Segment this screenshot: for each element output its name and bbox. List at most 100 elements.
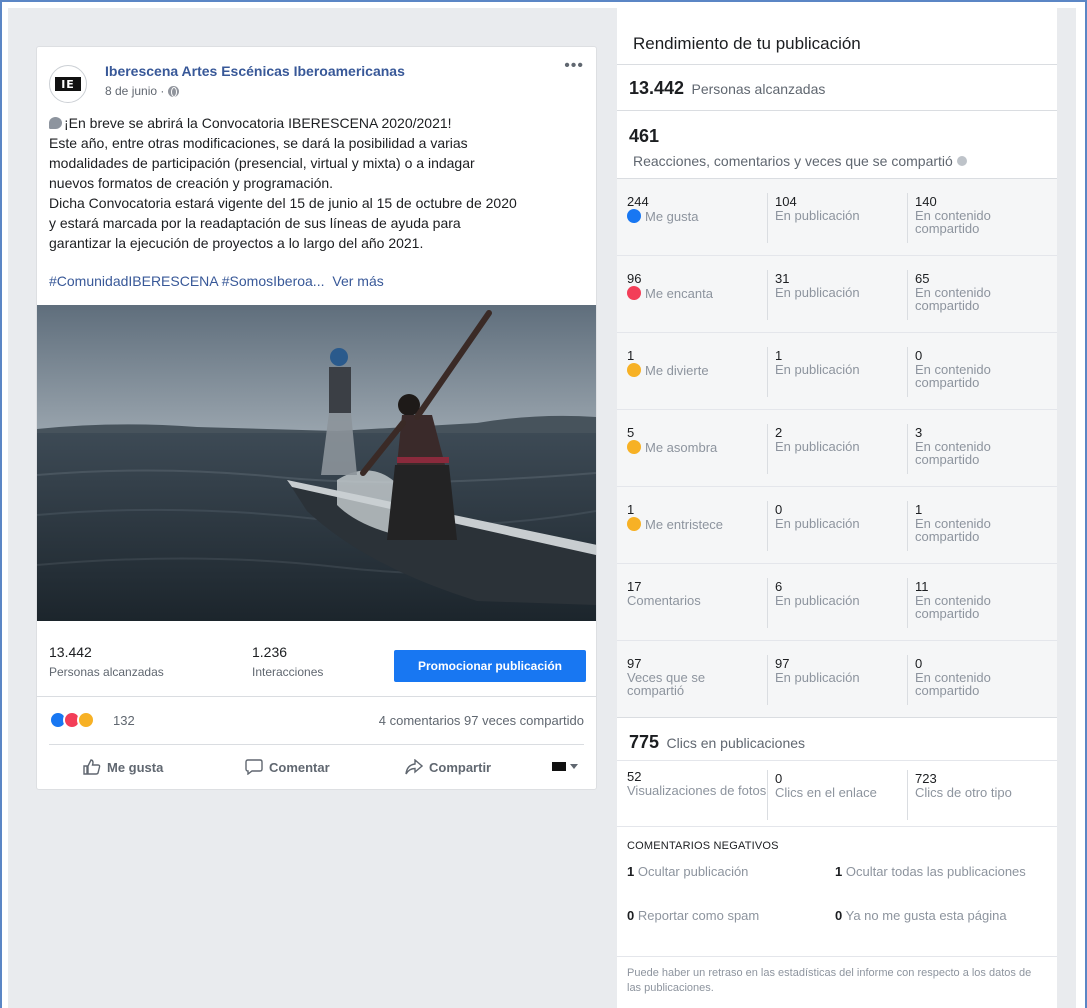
reactions-summary: 132 4 comentarios 97 veces compartido — [49, 711, 584, 733]
thumbs-up-icon — [83, 759, 101, 775]
like-button-label: Me gusta — [107, 759, 164, 775]
see-more-link[interactable]: Ver más — [332, 273, 383, 289]
divider — [617, 956, 1057, 957]
row-on-post: 104 En publicación — [767, 193, 907, 243]
reach-value: 13.442 — [49, 644, 92, 660]
share-button[interactable]: Compartir — [405, 759, 491, 775]
row-on-shares: 3 En contenido compartido — [907, 424, 1047, 474]
wow-emoji-icon — [627, 440, 641, 454]
post-photo[interactable] — [37, 305, 596, 621]
share-arrow-icon — [405, 759, 423, 775]
panel-reactions-label: Reacciones, comentarios y veces que se c… — [633, 153, 953, 169]
love-emoji-icon — [627, 286, 641, 300]
post-text-line: nuevos formatos de creación y programaci… — [49, 175, 334, 191]
globe-icon — [168, 85, 180, 97]
table-row: 5 Me asombra 2 En publicación 3 En conte… — [617, 410, 1057, 487]
interactions-label: Interacciones — [252, 665, 324, 679]
hashtag-links[interactable]: #ComunidadIBERESCENA #SomosIberoa... — [49, 273, 324, 289]
table-row: 97 Veces que se compartió 97 En publicac… — [617, 641, 1057, 718]
post-actions: Me gusta Comentar Compartir — [49, 753, 584, 785]
table-row: 244 Me gusta 104 En publicación 140 En c… — [617, 179, 1057, 256]
row-on-shares: 11 En contenido compartido — [907, 578, 1047, 628]
link-clicks-stat: 0 Clics en el enlace — [767, 770, 907, 820]
panel-clicks-total: 775 Clics en publicaciones — [629, 732, 805, 753]
row-total: 1 Me divierte — [627, 348, 709, 378]
reactions-breakdown-table: 244 Me gusta 104 En publicación 140 En c… — [617, 178, 1057, 718]
post-card: IE Iberescena Artes Escénicas Iberoameri… — [36, 46, 597, 790]
page-voice-selector[interactable] — [552, 762, 578, 771]
reach-label: Personas alcanzadas — [49, 665, 164, 679]
row-total: 97 Veces que se compartió — [627, 656, 706, 698]
panel-title: Rendimiento de tu publicación — [633, 34, 861, 53]
row-total: 17 Comentarios — [627, 579, 701, 608]
page-avatar[interactable]: IE — [49, 65, 87, 103]
row-on-post: 31 En publicación — [767, 270, 907, 320]
post-text-line: garantizar la ejecución de proyectos a l… — [49, 235, 424, 251]
reach-stat: 13.442 Personas alcanzadas — [49, 644, 164, 679]
promote-post-button[interactable]: Promocionar publicación — [394, 650, 586, 682]
panel-reactions-label-wrap: Reacciones, comentarios y veces que se c… — [633, 153, 967, 169]
row-total: 1 Me entristece — [627, 502, 724, 532]
divider — [49, 744, 584, 745]
other-clicks-stat: 723 Clics de otro tipo — [907, 770, 1047, 820]
row-total: 5 Me asombra — [627, 425, 718, 455]
reaction-count[interactable]: 132 — [113, 713, 135, 728]
wow-reaction-icon — [77, 711, 95, 729]
comment-button[interactable]: Comentar — [245, 759, 330, 775]
hashtags: #ComunidadIBERESCENA #SomosIberoa... Ver… — [49, 273, 384, 289]
row-on-post: 97 En publicación — [767, 655, 907, 705]
page-name-link[interactable]: Iberescena Artes Escénicas Iberoamerican… — [105, 63, 405, 79]
row-total: 96 Me encanta — [627, 271, 713, 301]
post-text-line: modalidades de participación (presencial… — [49, 155, 475, 171]
more-options-icon[interactable]: ••• — [564, 58, 584, 74]
stats-delay-note: Puede haber un retraso en las estadístic… — [627, 967, 1032, 994]
panel-reach: 13.442 Personas alcanzadas — [629, 78, 825, 99]
haha-emoji-icon — [627, 363, 641, 377]
iberescena-logo: IE — [55, 77, 81, 91]
row-on-post: 2 En publicación — [767, 424, 907, 474]
photo-views-stat: 52 Visualizaciones de fotos — [627, 769, 767, 798]
clicks-breakdown: 52 Visualizaciones de fotos 0 Clics en e… — [617, 766, 1057, 820]
row-on-shares: 65 En contenido compartido — [907, 270, 1047, 320]
post-text: ¡En breve se abrirá la Convocatoria IBER… — [49, 113, 589, 253]
interactions-value: 1.236 — [252, 644, 288, 660]
panel-reach-label: Personas alcanzadas — [691, 81, 826, 97]
panel-reactions-total: 461 Reacciones, comentarios y veces que … — [629, 126, 967, 169]
row-on-post: 0 En publicación — [767, 501, 907, 551]
post-header: IE Iberescena Artes Escénicas Iberoameri… — [49, 58, 584, 105]
panel-clicks-label: Clics en publicaciones — [666, 735, 806, 751]
unlike-page-stat: 0 Ya no me gusta esta página — [835, 908, 1007, 923]
divider — [617, 64, 1057, 65]
page-logo-icon — [552, 762, 566, 771]
comment-button-label: Comentar — [269, 759, 330, 775]
comments-shares-count[interactable]: 4 comentarios 97 veces compartido — [379, 713, 584, 728]
interactions-stat: 1.236 Interacciones — [252, 644, 323, 679]
speech-bubble-icon — [49, 117, 62, 129]
divider — [37, 696, 596, 697]
info-icon[interactable] — [956, 156, 967, 166]
post-date-text: 8 de junio · — [105, 84, 165, 98]
table-row: 1 Me entristece 0 En publicación 1 En co… — [617, 487, 1057, 564]
post-date[interactable]: 8 de junio · — [105, 84, 180, 98]
row-on-shares: 1 En contenido compartido — [907, 501, 1047, 551]
row-on-shares: 140 En contenido compartido — [907, 193, 1047, 243]
post-performance-panel: Rendimiento de tu publicación 13.442 Per… — [617, 8, 1057, 1008]
negative-feedback-title: COMENTARIOS NEGATIVOS — [627, 840, 779, 852]
row-on-shares: 0 En contenido compartido — [907, 655, 1047, 705]
row-on-post: 6 En publicación — [767, 578, 907, 628]
comment-icon — [245, 759, 263, 775]
post-text-line: Dicha Convocatoria estará vigente del 15… — [49, 195, 517, 211]
like-button[interactable]: Me gusta — [83, 759, 163, 775]
sad-emoji-icon — [627, 517, 641, 531]
divider — [617, 760, 1057, 761]
chevron-down-icon — [570, 764, 578, 769]
post-text-line: Este año, entre otras modificaciones, se… — [49, 135, 468, 151]
reaction-icons[interactable] — [49, 711, 95, 729]
table-row: 1 Me divierte 1 En publicación 0 En cont… — [617, 333, 1057, 410]
table-row: 96 Me encanta 31 En publicación 65 En co… — [617, 256, 1057, 333]
report-spam-stat: 0 Reportar como spam — [627, 908, 760, 923]
row-on-shares: 0 En contenido compartido — [907, 347, 1047, 397]
panel-clicks-value: 775 — [629, 732, 660, 752]
fishermen-photo — [37, 305, 596, 621]
hide-all-posts-stat: 1 Ocultar todas las publicaciones — [835, 864, 1026, 879]
